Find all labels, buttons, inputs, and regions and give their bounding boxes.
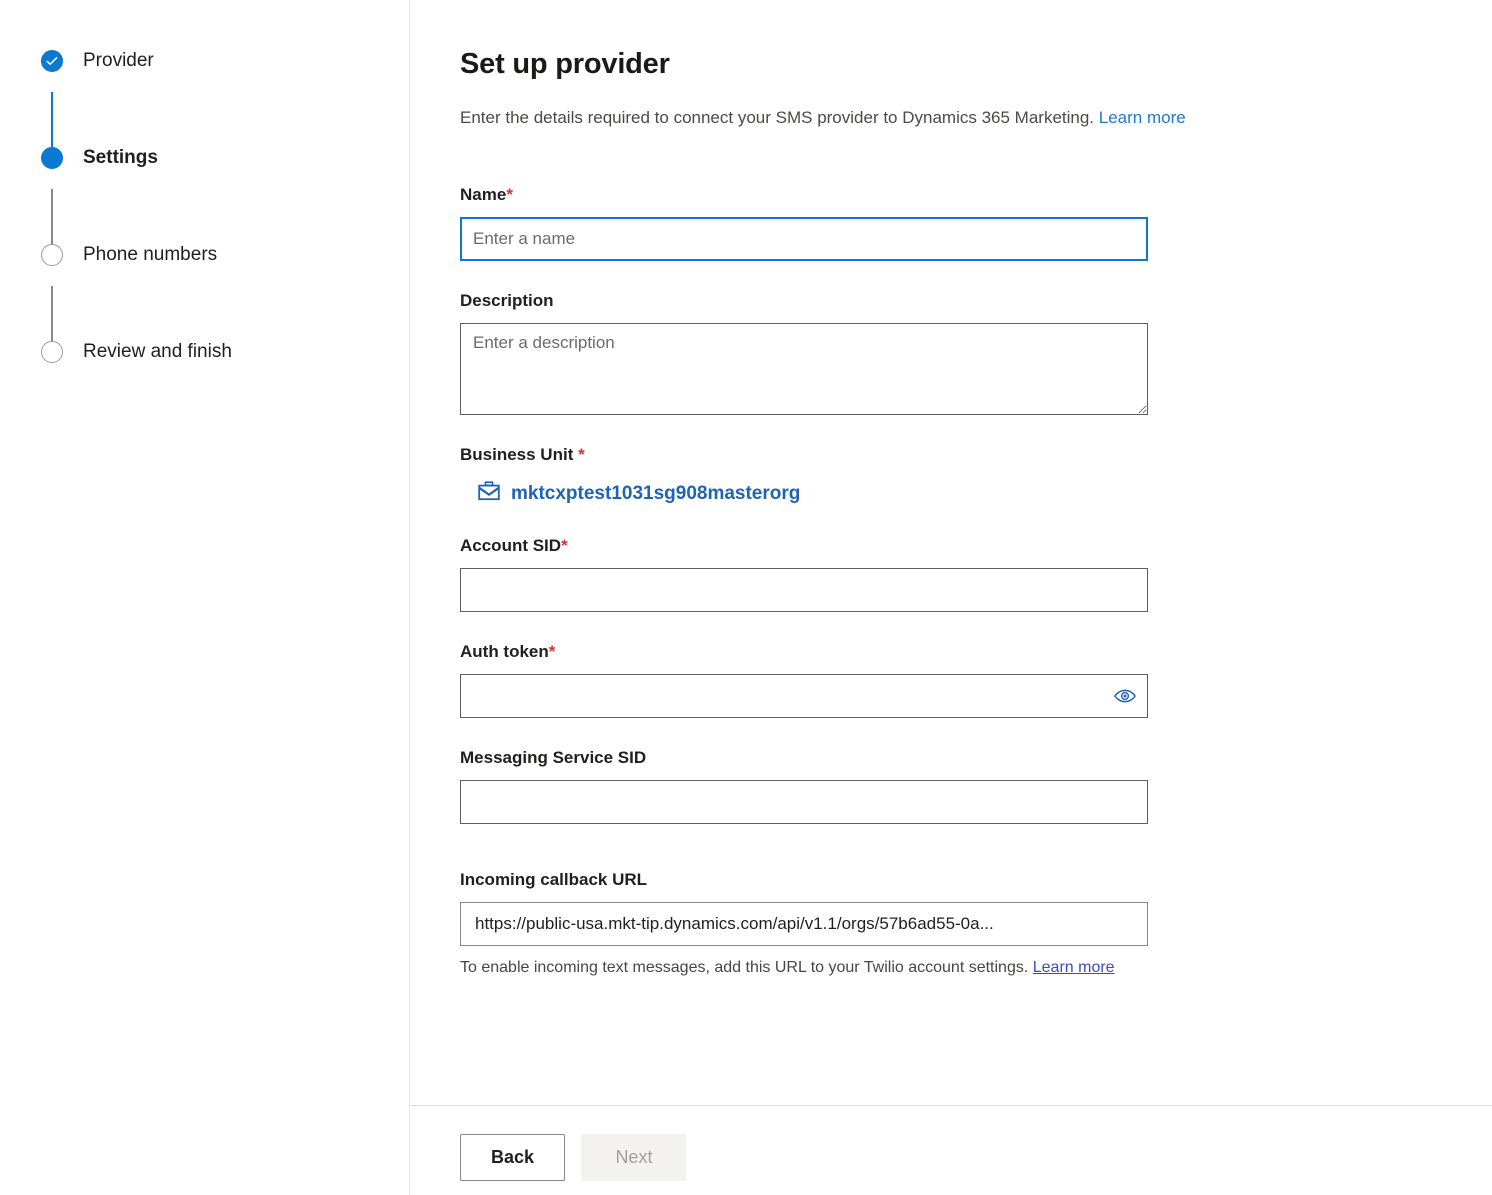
required-asterisk: * bbox=[506, 185, 513, 205]
auth-token-input[interactable] bbox=[460, 674, 1148, 719]
empty-circle-icon bbox=[41, 244, 63, 266]
field-account-sid-label: Account SID* bbox=[460, 536, 1148, 556]
field-name-label: Name* bbox=[460, 185, 1148, 205]
next-button: Next bbox=[581, 1134, 687, 1181]
reveal-password-button[interactable] bbox=[1114, 689, 1136, 703]
field-name: Name* bbox=[460, 185, 1148, 262]
page-subtitle-text: Enter the details required to connect yo… bbox=[460, 108, 1095, 127]
field-messaging-service-sid: Messaging Service SID bbox=[460, 748, 1148, 825]
required-asterisk: * bbox=[548, 642, 556, 662]
sidebar-item-review-and-finish[interactable]: Review and finish bbox=[0, 335, 409, 369]
messaging-service-sid-input[interactable] bbox=[460, 780, 1148, 825]
field-description-label: Description bbox=[460, 291, 554, 311]
wizard-footer: Back Next bbox=[410, 1105, 1492, 1195]
incoming-callback-url-helper-text: To enable incoming text messages, add th… bbox=[460, 954, 1150, 981]
field-auth-token-label: Auth token* bbox=[460, 642, 1148, 662]
sidebar-item-phone-numbers[interactable]: Phone numbers bbox=[0, 238, 409, 272]
filled-circle-icon bbox=[41, 147, 63, 169]
field-auth-token: Auth token* bbox=[460, 642, 1148, 719]
step-connector-2 bbox=[51, 189, 53, 245]
sidebar-item-label: Settings bbox=[83, 147, 158, 168]
stepper-list: Provider Settings Phone numbers Review a… bbox=[0, 44, 409, 369]
field-account-sid: Account SID* bbox=[460, 536, 1148, 613]
field-messaging-service-sid-label: Messaging Service SID bbox=[460, 748, 647, 768]
field-account-sid-label-text: Account SID bbox=[460, 536, 562, 556]
field-auth-token-label-text: Auth token bbox=[460, 642, 549, 662]
required-asterisk: * bbox=[561, 536, 568, 556]
check-icon bbox=[41, 50, 63, 72]
setup-provider-wizard: Provider Settings Phone numbers Review a… bbox=[0, 0, 1492, 1195]
business-unit-lookup-value[interactable]: mktcxptest1031sg908masterorg bbox=[460, 481, 800, 506]
sidebar-item-label: Provider bbox=[83, 50, 154, 71]
sidebar-item-label: Review and finish bbox=[83, 341, 232, 362]
step-connector-3 bbox=[51, 286, 53, 342]
field-incoming-callback-url-label: Incoming callback URL bbox=[460, 870, 648, 890]
sidebar-item-provider[interactable]: Provider bbox=[0, 44, 409, 78]
step-connector-1 bbox=[51, 92, 53, 148]
business-unit-name: mktcxptest1031sg908masterorg bbox=[511, 482, 801, 504]
field-name-label-text: Name bbox=[460, 185, 507, 205]
layout-spacer bbox=[460, 854, 1492, 870]
learn-more-link-header[interactable]: Learn more bbox=[1099, 108, 1186, 127]
field-business-unit-label-text: Business Unit bbox=[460, 445, 574, 465]
incoming-callback-url-input[interactable] bbox=[460, 902, 1148, 947]
name-input[interactable] bbox=[460, 217, 1148, 262]
page-title: Set up provider bbox=[460, 48, 670, 80]
field-description: Description bbox=[460, 291, 1148, 416]
wizard-stepper-rail: Provider Settings Phone numbers Review a… bbox=[0, 0, 410, 1195]
sidebar-item-settings[interactable]: Settings bbox=[0, 141, 409, 175]
helper-text: To enable incoming text messages, add th… bbox=[460, 959, 1029, 977]
field-business-unit-label: Business Unit * bbox=[460, 445, 1148, 465]
description-textarea[interactable] bbox=[460, 323, 1148, 416]
learn-more-link-callback[interactable]: Learn more bbox=[1033, 959, 1115, 976]
field-incoming-callback-url: Incoming callback URL To enable incoming… bbox=[460, 870, 1148, 981]
back-button[interactable]: Back bbox=[460, 1134, 565, 1181]
auth-token-input-wrapper bbox=[460, 674, 1148, 719]
required-asterisk: * bbox=[578, 445, 585, 465]
wizard-content: Set up provider Enter the details requir… bbox=[410, 0, 1492, 1195]
sidebar-item-label: Phone numbers bbox=[83, 244, 218, 265]
briefcase-icon bbox=[478, 481, 500, 506]
form-scroll-area: Set up provider Enter the details requir… bbox=[410, 0, 1492, 1105]
field-business-unit: Business Unit * mktcxptest1031sg908maste… bbox=[460, 445, 1148, 506]
empty-circle-icon bbox=[41, 341, 63, 363]
account-sid-input[interactable] bbox=[460, 568, 1148, 613]
page-subtitle: Enter the details required to connect yo… bbox=[460, 107, 1492, 129]
eye-icon bbox=[1114, 689, 1136, 706]
